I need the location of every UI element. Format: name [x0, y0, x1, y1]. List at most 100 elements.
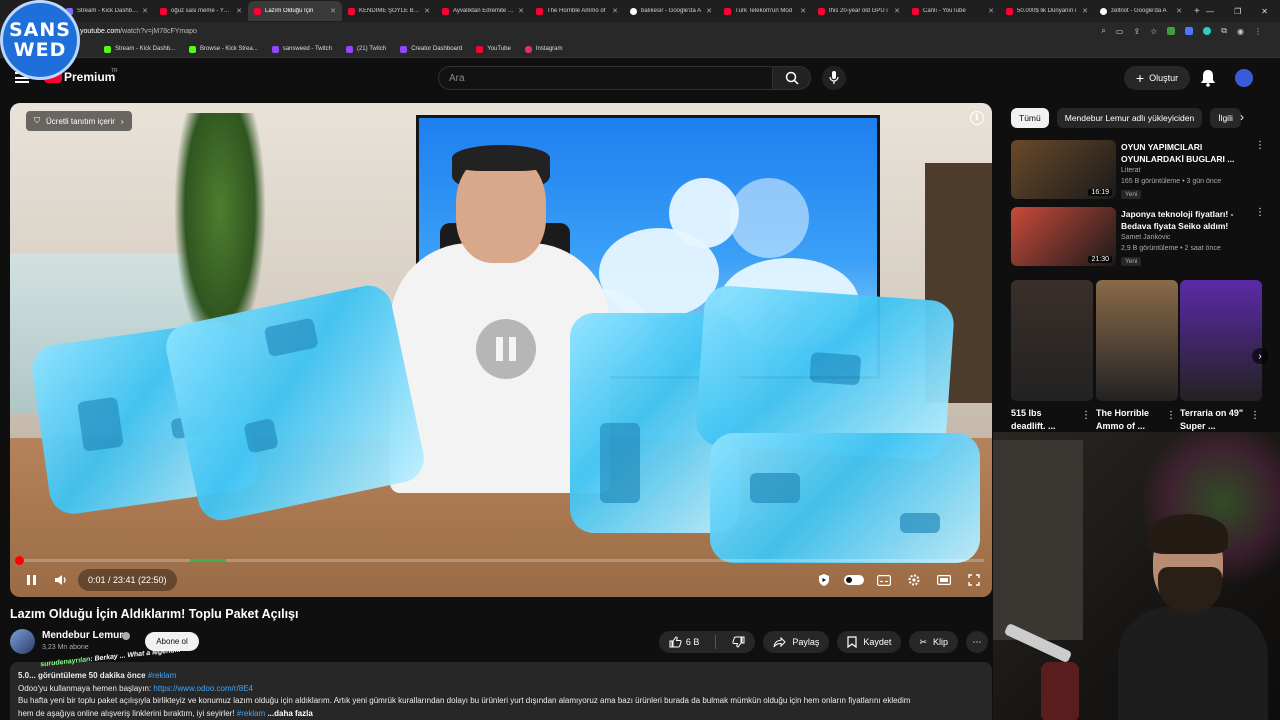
more-vert-icon[interactable]: ⋮ [1250, 410, 1260, 421]
recommended-title[interactable]: OYUN YAPIMCILARI OYUNLARDAKİ BUGLARI ... [1121, 141, 1249, 165]
create-button[interactable]: + Oluştur [1124, 66, 1190, 90]
browser-tab[interactable]: Stream - Kick Dashboard - Wa ✕ [60, 1, 154, 21]
close-icon[interactable]: ✕ [706, 7, 712, 15]
close-icon[interactable]: ✕ [800, 7, 806, 15]
bookmark[interactable]: (21) Twitch [345, 45, 386, 53]
close-icon[interactable]: ✕ [236, 7, 242, 15]
save-button[interactable]: Kaydet [837, 631, 902, 653]
url-text[interactable]: youtube.com/watch?v=jM78cFYmapo [80, 28, 197, 35]
paid-promotion-chip[interactable]: ⛉ Ücretli tanıtım içerir › [26, 111, 132, 131]
video-player[interactable]: ⛉ Ücretli tanıtım içerir › i 0:01 / 23:4… [10, 103, 992, 597]
close-icon[interactable]: ✕ [1082, 7, 1088, 15]
account-avatar[interactable] [1235, 69, 1253, 87]
sponsorblock-icon[interactable] [814, 569, 834, 591]
short-title[interactable]: Terraria on 49" Super ... [1180, 407, 1244, 433]
maximize-icon[interactable]: ❐ [1234, 7, 1241, 16]
extension-icon[interactable] [1203, 27, 1212, 35]
notifications-bell-icon[interactable] [1200, 69, 1216, 87]
like-button[interactable]: 6 B [659, 631, 710, 653]
more-vert-icon[interactable]: ⋮ [1255, 207, 1265, 218]
browser-tab-active[interactable]: Lazım Olduğu İçin ✕ [248, 1, 342, 21]
cast-icon[interactable]: ▭ [1116, 27, 1124, 36]
chip-all[interactable]: Tümü [1011, 108, 1049, 128]
channel-avatar[interactable] [10, 629, 35, 654]
show-more-link[interactable]: ...daha fazla [267, 709, 312, 718]
recommended-video[interactable]: 21:30 Japonya teknoloji fiyatları! - Bed… [1011, 207, 1271, 269]
zoom-icon[interactable]: ⌕ [1101, 26, 1105, 36]
more-vert-icon[interactable]: ⋮ [1166, 410, 1176, 421]
browser-tab[interactable]: Canlı - YouTube ✕ [906, 1, 1000, 21]
more-vert-icon[interactable]: ⋮ [1081, 410, 1091, 421]
browser-tab[interactable]: zeltnot - Google'da A ✕ [1094, 1, 1188, 21]
short-title[interactable]: The Horrible Ammo of ... [1096, 407, 1160, 433]
profile-icon[interactable]: ◉ [1237, 27, 1244, 36]
extension-icon[interactable] [1167, 27, 1176, 35]
new-tab-button[interactable]: + [1188, 6, 1206, 17]
bookmark[interactable]: Browse - Kick Strea... [189, 45, 258, 53]
browser-tab[interactable]: KENDİME ŞÖYLE BİR Ş ✕ [342, 1, 436, 21]
close-icon[interactable]: ✕ [424, 7, 430, 15]
pause-button[interactable] [22, 569, 40, 591]
chip-from-uploader[interactable]: Mendebur Lemur adlı yükleyiciden [1056, 108, 1203, 128]
recommended-title[interactable]: Japonya teknoloji fiyatları! - Bedava fi… [1121, 208, 1249, 232]
share-button[interactable]: Paylaş [763, 631, 830, 653]
shorts-next-arrow-icon[interactable]: › [1252, 348, 1268, 364]
info-icon[interactable]: i [970, 111, 984, 125]
hashtag-link[interactable]: #reklam [237, 709, 265, 718]
menu-dots-icon[interactable]: ⋮ [1254, 27, 1262, 36]
close-window-icon[interactable]: ✕ [1261, 7, 1268, 16]
autoplay-toggle[interactable] [844, 569, 864, 591]
search-box[interactable] [438, 66, 773, 90]
close-icon[interactable]: ✕ [518, 7, 524, 15]
clip-button[interactable]: ✂ Klip [909, 631, 958, 653]
browser-tab[interactable]: oğuz sasi meme - YouTube ✕ [154, 1, 248, 21]
search-input[interactable] [439, 67, 772, 89]
close-icon[interactable]: ✕ [612, 7, 618, 15]
browser-tab[interactable]: 50.000$ lik Dünyanın i ✕ [1000, 1, 1094, 21]
more-vert-icon[interactable]: ⋮ [1255, 140, 1265, 151]
recommended-channel[interactable]: Literat [1121, 167, 1140, 174]
address-bar[interactable]: youtube.com/watch?v=jM78cFYmapo ⌕ ▭ ⇪ ☆ … [0, 22, 1280, 41]
minimize-icon[interactable]: — [1206, 7, 1214, 16]
close-icon[interactable]: ✕ [142, 7, 148, 15]
fullscreen-icon[interactable] [964, 569, 984, 591]
volume-button[interactable] [52, 569, 70, 591]
recommended-channel[interactable]: Samet Jankovic [1121, 234, 1170, 241]
bookmark[interactable]: sansweed - Twitch [271, 45, 332, 53]
browser-tab[interactable]: Ayvalıktan Edremite do ✕ [436, 1, 530, 21]
recommended-video[interactable]: 16:19 OYUN YAPIMCILARI OYUNLARDAKİ BUGLA… [1011, 140, 1271, 202]
short-item[interactable]: 515 lbs deadlift. ... ⋮ [1011, 280, 1093, 433]
extension-icon[interactable] [1185, 27, 1194, 35]
bookmark[interactable]: Instagram [524, 45, 563, 53]
video-description[interactable]: 5.0... görüntüleme 50 dakika önce #rekla… [10, 662, 992, 720]
short-item[interactable]: The Horrible Ammo of ... ⋮ [1096, 280, 1178, 433]
brand-label[interactable]: Premium [64, 70, 115, 84]
share-icon[interactable]: ⇪ [1133, 27, 1140, 36]
browser-tab[interactable]: Türk Telekom'un Mod ✕ [718, 1, 812, 21]
video-thumbnail[interactable]: 16:19 [1011, 140, 1116, 199]
odoo-link[interactable]: https://www.odoo.com/r/8E4 [153, 684, 253, 693]
close-icon[interactable]: ✕ [894, 7, 900, 15]
short-thumbnail[interactable] [1180, 280, 1262, 401]
close-icon[interactable]: ✕ [1176, 7, 1182, 15]
short-thumbnail[interactable] [1011, 280, 1093, 401]
puzzle-icon[interactable]: ⧉ [1221, 26, 1227, 36]
subtitles-icon[interactable] [874, 569, 894, 591]
bookmark[interactable]: Stream - Kick Dashb... [104, 45, 175, 53]
short-thumbnail[interactable] [1096, 280, 1178, 401]
channel-name[interactable]: Mendebur Lemur [42, 630, 123, 641]
short-item[interactable]: Terraria on 49" Super ... ⋮ [1180, 280, 1262, 433]
theater-mode-icon[interactable] [934, 569, 954, 591]
browser-tab[interactable]: balıkesir - Google'da A ✕ [624, 1, 718, 21]
more-actions-button[interactable]: ⋯ [966, 631, 988, 653]
progress-bar[interactable] [14, 556, 984, 565]
chevron-right-icon[interactable]: › [1240, 110, 1244, 124]
video-thumbnail[interactable]: 21:30 [1011, 207, 1116, 266]
settings-gear-icon[interactable] [904, 569, 924, 591]
close-icon[interactable]: ✕ [988, 7, 994, 15]
center-pause-indicator[interactable] [476, 319, 536, 379]
browser-tab[interactable]: this 20-year old GPU i ✕ [812, 1, 906, 21]
browser-tab[interactable]: The Horrible Ammo of ✕ [530, 1, 624, 21]
hashtag-link[interactable]: #reklam [148, 671, 176, 680]
star-icon[interactable]: ☆ [1150, 27, 1157, 36]
